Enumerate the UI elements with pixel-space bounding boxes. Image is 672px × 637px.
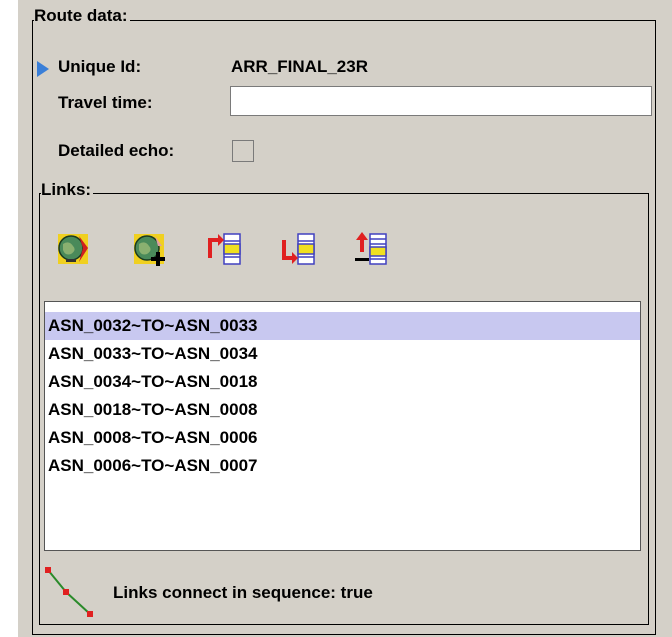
insert-before-icon (208, 233, 241, 265)
list-item[interactable]: ASN_0033~TO~ASN_0034 (45, 340, 640, 368)
current-row-marker-icon (37, 61, 49, 77)
list-item[interactable]: ASN_0034~TO~ASN_0018 (45, 368, 640, 396)
insert-after-icon (282, 233, 315, 265)
list-item[interactable]: ASN_0008~TO~ASN_0006 (45, 424, 640, 452)
globe-import-button[interactable] (52, 228, 94, 270)
links-sequence-status: Links connect in sequence: true (113, 583, 373, 602)
list-item[interactable]: ASN_0018~TO~ASN_0008 (45, 396, 640, 424)
insert-before-button[interactable] (204, 228, 246, 270)
left-margin-strip (0, 0, 18, 637)
travel-time-input[interactable] (230, 86, 652, 116)
insert-after-button[interactable] (278, 228, 320, 270)
globe-import-icon (58, 234, 88, 264)
links-list[interactable]: ASN_0032~TO~ASN_0033 ASN_0033~TO~ASN_0034… (44, 301, 641, 551)
travel-time-label: Travel time: (58, 93, 153, 112)
globe-add-icon (134, 234, 165, 266)
route-data-title: Route data: (34, 6, 130, 26)
links-title: Links: (41, 180, 94, 200)
globe-add-button[interactable] (128, 228, 170, 270)
detailed-echo-label: Detailed echo: (58, 141, 175, 160)
unique-id-label: Unique Id: (58, 57, 142, 76)
list-item[interactable]: ASN_0006~TO~ASN_0007 (45, 452, 640, 480)
list-item[interactable]: ASN_0032~TO~ASN_0033 (45, 312, 640, 340)
reorder-button[interactable] (350, 228, 392, 270)
unique-id-value: ARR_FINAL_23R (231, 57, 368, 76)
reorder-icon (355, 232, 387, 265)
detailed-echo-checkbox[interactable] (232, 140, 254, 162)
link-sequence-icon (44, 566, 96, 618)
